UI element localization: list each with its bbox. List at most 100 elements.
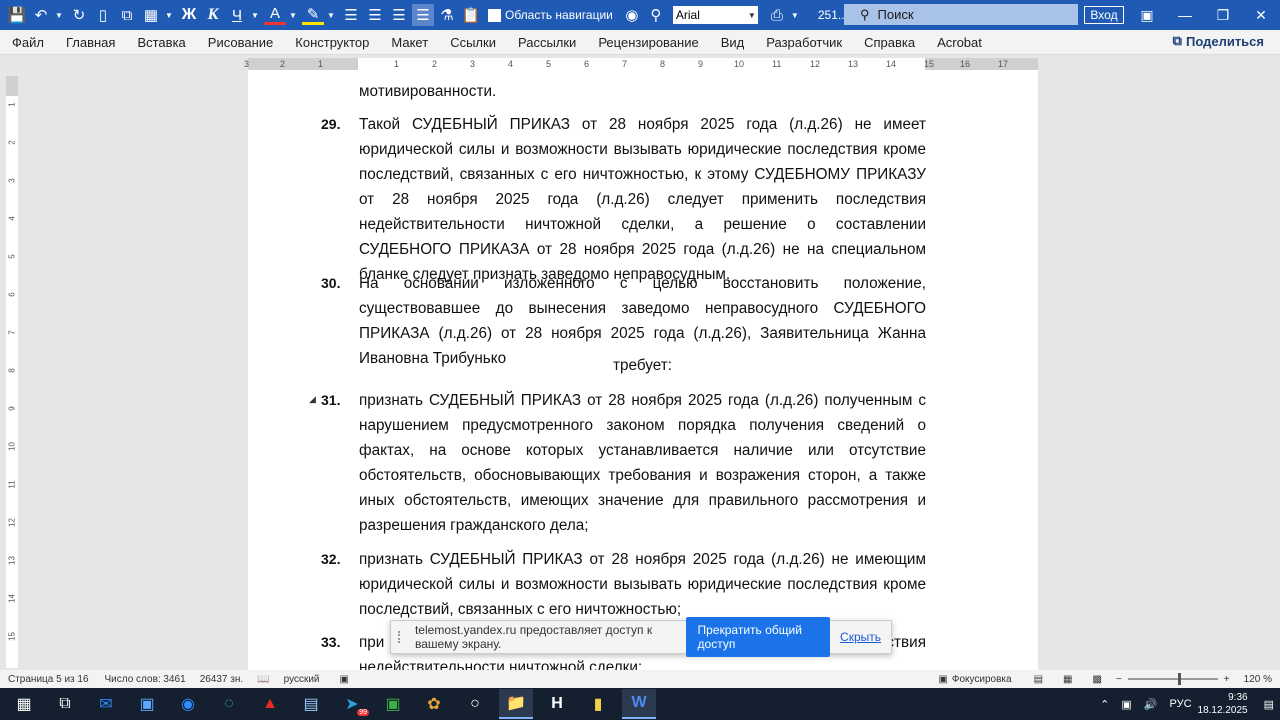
tab-design[interactable]: Конструктор: [283, 35, 379, 50]
edge-icon[interactable]: ◌: [212, 690, 246, 718]
word-count[interactable]: Число слов: 3461: [105, 674, 186, 685]
acrobat-icon[interactable]: ▲: [253, 690, 287, 718]
zoom-out-icon[interactable]: −: [1116, 674, 1122, 685]
collapse-triangle-icon[interactable]: ◢: [309, 394, 316, 405]
char-count[interactable]: 26437 зн.: [200, 674, 243, 685]
clipboard-icon[interactable]: 📋: [460, 4, 482, 26]
align-right-icon[interactable]: ☰: [388, 4, 410, 26]
copy-icon[interactable]: ⧉: [116, 4, 138, 26]
format-painter-icon[interactable]: ⚗: [436, 4, 458, 26]
font-dropdown-icon[interactable]: ▼: [745, 6, 758, 24]
macro-icon[interactable]: ▣: [340, 674, 349, 685]
redo-icon[interactable]: ↻: [68, 4, 90, 26]
highlight-icon[interactable]: ✎: [302, 5, 324, 25]
tab-layout[interactable]: Макет: [379, 35, 438, 50]
telegram-icon[interactable]: ➤ 99: [335, 690, 369, 718]
bold-icon[interactable]: Ж: [178, 4, 200, 26]
highlight-dropdown-icon[interactable]: ▼: [326, 4, 336, 26]
start-icon[interactable]: ▦: [7, 690, 41, 718]
outlook-icon[interactable]: ✉: [89, 690, 123, 718]
close-icon[interactable]: ✕: [1244, 0, 1278, 30]
maximize-icon[interactable]: ❐: [1206, 0, 1240, 30]
h-app-icon[interactable]: H: [540, 690, 574, 718]
colorful-app-icon[interactable]: ✿: [417, 690, 451, 718]
zoom-level[interactable]: 120 %: [1244, 674, 1272, 685]
read-mode-icon[interactable]: ▤: [1034, 674, 1043, 685]
font-color-dropdown-icon[interactable]: ▼: [288, 4, 298, 26]
word-icon[interactable]: W: [622, 689, 656, 719]
record-icon[interactable]: ◉: [621, 4, 643, 26]
tab-help[interactable]: Справка: [852, 35, 925, 50]
input-language[interactable]: РУС: [1170, 698, 1192, 710]
tab-draw[interactable]: Рисование: [196, 35, 283, 50]
vruler-label: 13: [7, 556, 17, 565]
web-layout-icon[interactable]: ▩: [1093, 674, 1102, 685]
present-icon[interactable]: ⎙: [766, 4, 788, 26]
save-icon[interactable]: 💾: [6, 4, 28, 26]
undo-icon[interactable]: ↶: [30, 4, 52, 26]
underline-icon[interactable]: Ч: [226, 4, 248, 26]
zoom-in-icon[interactable]: +: [1224, 674, 1230, 685]
undo-dropdown-icon[interactable]: ▼: [54, 4, 64, 26]
spellcheck-icon[interactable]: 📖: [257, 674, 269, 685]
notifications-icon[interactable]: ▤: [1264, 698, 1274, 711]
font-color-icon[interactable]: A: [264, 5, 286, 25]
border-icon[interactable]: ▦: [140, 4, 162, 26]
navigation-pane-checkbox[interactable]: Область навигации: [488, 8, 613, 22]
vertical-ruler[interactable]: 1 2 3 4 5 6 7 8 9 10 11 12 13 14 15: [6, 76, 18, 668]
drag-handle-icon[interactable]: [398, 631, 405, 643]
search-box[interactable]: ⚲ Поиск: [844, 4, 1078, 25]
align-justify-icon[interactable]: ☰: [412, 4, 434, 26]
tab-view[interactable]: Вид: [709, 35, 755, 50]
chevron-up-icon[interactable]: ⌃: [1100, 698, 1109, 711]
notepad-icon[interactable]: ▤: [294, 690, 328, 718]
tab-home[interactable]: Главная: [54, 35, 125, 50]
italic-icon[interactable]: К: [202, 4, 224, 26]
ribbon-display-icon[interactable]: ▣: [1130, 0, 1164, 30]
ruler-label: 1: [394, 59, 400, 69]
customize-toolbar-icon[interactable]: ▼: [790, 4, 800, 26]
search-circle-icon[interactable]: ○: [458, 690, 492, 718]
vruler-label: 11: [7, 480, 17, 489]
paragraph-33-line2: недействительности ничтожной сделки;: [359, 659, 643, 670]
tab-mailings[interactable]: Рассылки: [506, 35, 586, 50]
zoom-app-icon[interactable]: ◉: [171, 690, 205, 718]
tab-developer[interactable]: Разработчик: [754, 35, 852, 50]
hide-link[interactable]: Скрыть: [840, 630, 881, 644]
explorer-icon[interactable]: 📁: [499, 689, 533, 719]
horizontal-ruler[interactable]: 3 2 1 1 2 3 4 5 6 7 8 9 10 11 12 13 14 1…: [244, 58, 1038, 70]
focus-mode-label[interactable]: Фокусировка: [952, 674, 1012, 685]
speaker-icon[interactable]: 🔊: [1144, 698, 1158, 711]
minimize-icon[interactable]: —: [1168, 0, 1202, 30]
tab-file[interactable]: Файл: [0, 35, 54, 50]
print-layout-icon[interactable]: ▦: [1063, 674, 1072, 685]
border-dropdown-icon[interactable]: ▼: [164, 4, 174, 26]
tab-acrobat[interactable]: Acrobat: [925, 35, 992, 50]
page-counter[interactable]: Страница 5 из 16: [8, 674, 89, 685]
bookmark-icon[interactable]: ▯: [92, 4, 114, 26]
align-center-icon[interactable]: ☰: [364, 4, 386, 26]
green-app-icon[interactable]: ▣: [376, 690, 410, 718]
share-button[interactable]: ⧉ Поделиться: [1173, 33, 1264, 49]
signin-button[interactable]: Вход: [1084, 6, 1124, 24]
stop-sharing-button[interactable]: Прекратить общий доступ: [685, 617, 831, 657]
zoom-slider-handle[interactable]: [1177, 673, 1181, 685]
tab-references[interactable]: Ссылки: [438, 35, 506, 50]
network-icon[interactable]: ▣: [1121, 698, 1131, 711]
search-icon[interactable]: ⚲: [645, 4, 667, 26]
document-page[interactable]: мотивированности. 29. Такой СУДЕБНЫЙ ПРИ…: [248, 70, 1038, 670]
align-left-icon[interactable]: ☰: [340, 4, 362, 26]
underline-dropdown-icon[interactable]: ▼: [250, 4, 260, 26]
focus-icon[interactable]: ▣: [938, 674, 947, 685]
window-app-icon[interactable]: ▣: [130, 690, 164, 718]
zoom-slider[interactable]: [1127, 673, 1218, 685]
lock-app-icon[interactable]: ▮: [581, 690, 615, 718]
tab-review[interactable]: Рецензирование: [586, 35, 708, 50]
checkbox-box[interactable]: [488, 8, 501, 22]
ruler-margin: [6, 76, 18, 96]
tab-insert[interactable]: Вставка: [125, 35, 195, 50]
clock[interactable]: 9:36 18.12.2025: [1198, 691, 1248, 717]
language-label[interactable]: русский: [284, 674, 320, 685]
font-name-box[interactable]: Arial: [672, 6, 746, 24]
task-view-icon[interactable]: ⧉: [48, 690, 82, 718]
